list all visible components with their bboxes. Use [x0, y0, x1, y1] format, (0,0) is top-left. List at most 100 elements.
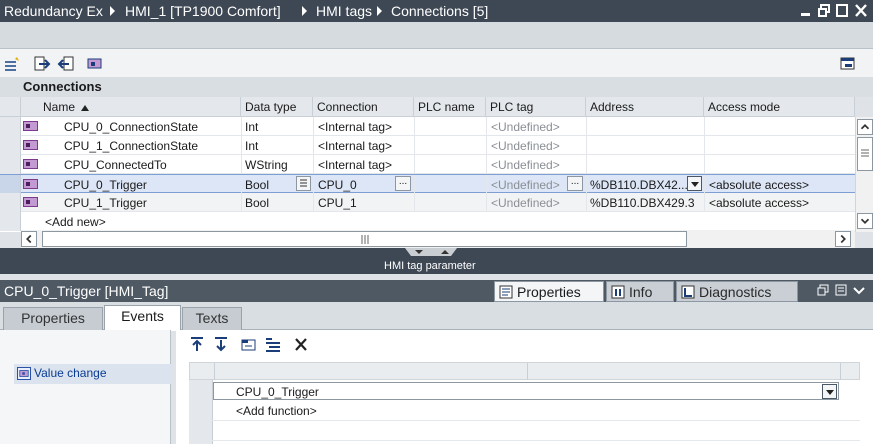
float-panel-icon[interactable]: [817, 284, 829, 296]
cell-connection[interactable]: CPU_1: [318, 196, 357, 210]
close-icon[interactable]: [855, 4, 867, 17]
cell-plc-tag[interactable]: <Undefined>: [491, 158, 560, 172]
cell-name[interactable]: CPU_ConnectedTo: [64, 158, 167, 172]
column-header-access-mode[interactable]: Access mode: [704, 97, 855, 117]
export-icon[interactable]: [33, 55, 51, 73]
scroll-right-icon[interactable]: [835, 231, 851, 247]
import-icon[interactable]: [57, 55, 75, 73]
function-grid-header: [189, 362, 860, 380]
tab-diagnostics[interactable]: Diagnostics: [676, 281, 798, 302]
splitter-label: HMI tag parameter: [384, 260, 476, 272]
hmi-tag-icon: [23, 140, 38, 150]
event-label[interactable]: Value change: [34, 366, 107, 380]
function-row[interactable]: CPU_0_Trigger: [213, 382, 839, 400]
row-header[interactable]: [0, 193, 21, 212]
scroll-left-icon[interactable]: [21, 231, 37, 247]
restore-icon[interactable]: [818, 4, 830, 17]
cell-address[interactable]: %DB110.DBX42...: [590, 178, 688, 192]
breadcrumb-device[interactable]: HMI_1 [TP1900 Comfort]: [125, 3, 281, 19]
cell-connection[interactable]: <Internal tag>: [318, 158, 392, 172]
move-down-icon[interactable]: [212, 336, 230, 353]
column-header-data-type[interactable]: Data type: [241, 97, 313, 117]
event-item-value-change[interactable]: Value change: [14, 364, 171, 384]
grip-icon: [861, 149, 869, 157]
cell-plc-tag[interactable]: <Undefined>: [491, 196, 560, 210]
connection-browse-button[interactable]: ...: [395, 176, 411, 191]
cell-name[interactable]: CPU_1_ConnectionState: [64, 139, 198, 153]
row-header[interactable]: [0, 155, 21, 174]
splitter-bar[interactable]: HMI tag parameter: [0, 248, 873, 274]
cell-connection[interactable]: <Internal tag>: [318, 139, 392, 153]
delete-icon[interactable]: [292, 336, 310, 353]
row-header[interactable]: [0, 136, 21, 155]
cell-data-type[interactable]: Int: [245, 139, 258, 153]
data-type-list-icon[interactable]: [296, 176, 311, 191]
cell-name[interactable]: CPU_0_Trigger: [64, 178, 147, 192]
tab-properties-editor[interactable]: Properties: [3, 307, 103, 330]
table-row[interactable]: CPU_1_ConnectionState Int <Internal tag>…: [0, 136, 855, 155]
plc-tag-browse-button[interactable]: ...: [567, 176, 583, 191]
hmi-tag-icon: [23, 179, 38, 189]
row-header[interactable]: [0, 117, 21, 136]
add-function-row[interactable]: <Add function>: [236, 404, 317, 418]
view-options-icon[interactable]: [839, 55, 857, 73]
cell-data-type[interactable]: Bool: [245, 196, 269, 210]
tab-properties[interactable]: Properties: [494, 281, 604, 302]
cell-connection[interactable]: CPU_0: [318, 178, 357, 192]
tag-settings-icon[interactable]: [85, 55, 103, 73]
scroll-up-icon[interactable]: [857, 119, 873, 135]
title-bar: Redundancy Ex HMI_1 [TP1900 Comfort] HMI…: [0, 0, 873, 22]
vertical-scrollbar[interactable]: [855, 117, 873, 232]
tab-texts[interactable]: Texts: [182, 307, 242, 330]
cell-plc-tag[interactable]: <Undefined>: [491, 120, 560, 134]
cell-data-type[interactable]: Bool: [245, 178, 269, 192]
column-header-plc-name[interactable]: PLC name: [414, 97, 486, 117]
horizontal-scroll-thumb[interactable]: [42, 231, 687, 247]
breadcrumb-connections[interactable]: Connections [5]: [391, 3, 488, 19]
minimize-icon[interactable]: [800, 4, 812, 17]
function-dropdown-button[interactable]: [822, 384, 837, 399]
table-row[interactable]: CPU_0_ConnectionState Int <Internal tag>…: [0, 117, 855, 136]
cell-plc-tag[interactable]: <Undefined>: [491, 178, 560, 192]
breadcrumb-hmi-tags[interactable]: HMI tags: [316, 3, 372, 19]
cell-access-mode[interactable]: <absolute access>: [709, 178, 809, 192]
cell-plc-tag[interactable]: <Undefined>: [491, 139, 560, 153]
column-header-name[interactable]: Name: [21, 97, 241, 117]
cell-connection[interactable]: <Internal tag>: [318, 120, 392, 134]
insert-function-icon[interactable]: [240, 336, 258, 353]
address-dropdown-button[interactable]: [687, 176, 702, 191]
scroll-down-icon[interactable]: [857, 213, 873, 229]
horizontal-scrollbar[interactable]: [21, 230, 855, 248]
table-row[interactable]: CPU_ConnectedTo WString <Internal tag> <…: [0, 155, 855, 174]
tab-events[interactable]: Events: [104, 305, 181, 331]
vertical-scroll-thumb[interactable]: [857, 137, 873, 171]
cell-name[interactable]: CPU_0_ConnectionState: [64, 120, 198, 134]
column-header-address[interactable]: Address: [586, 97, 704, 117]
row-header[interactable]: [0, 212, 21, 231]
function-list-icon[interactable]: [264, 336, 282, 353]
collapse-panel-icon[interactable]: [853, 286, 865, 295]
table-row-selected[interactable]: CPU_0_Trigger Bool CPU_0 ... <Undefined>…: [0, 174, 855, 194]
cell-data-type[interactable]: WString: [245, 158, 288, 172]
splitter-handle-icon[interactable]: [405, 248, 457, 256]
tab-info[interactable]: Info: [606, 281, 674, 302]
sort-ascending-icon: [81, 105, 90, 111]
move-up-icon[interactable]: [188, 336, 206, 353]
cell-access-mode[interactable]: <absolute access>: [709, 196, 809, 210]
column-header-plc-tag[interactable]: PLC tag: [486, 97, 586, 117]
function-name[interactable]: CPU_0_Trigger: [236, 385, 319, 399]
cell-name[interactable]: CPU_1_Trigger: [64, 196, 147, 210]
cell-address[interactable]: %DB110.DBX429.3: [590, 196, 695, 210]
add-new-label[interactable]: <Add new>: [45, 215, 106, 229]
column-header-connection[interactable]: Connection: [313, 97, 414, 117]
row-header[interactable]: [0, 175, 21, 194]
row-header-corner: [0, 97, 21, 117]
add-tag-icon[interactable]: [4, 55, 22, 73]
maximize-icon[interactable]: [836, 4, 848, 17]
grid-divider: [189, 440, 860, 441]
cell-data-type[interactable]: Int: [245, 120, 258, 134]
add-new-row[interactable]: <Add new>: [0, 212, 855, 231]
table-row[interactable]: CPU_1_Trigger Bool CPU_1 <Undefined> %DB…: [0, 193, 855, 212]
panel-menu-icon[interactable]: [835, 284, 847, 296]
breadcrumb-project[interactable]: Redundancy Ex: [4, 3, 103, 19]
